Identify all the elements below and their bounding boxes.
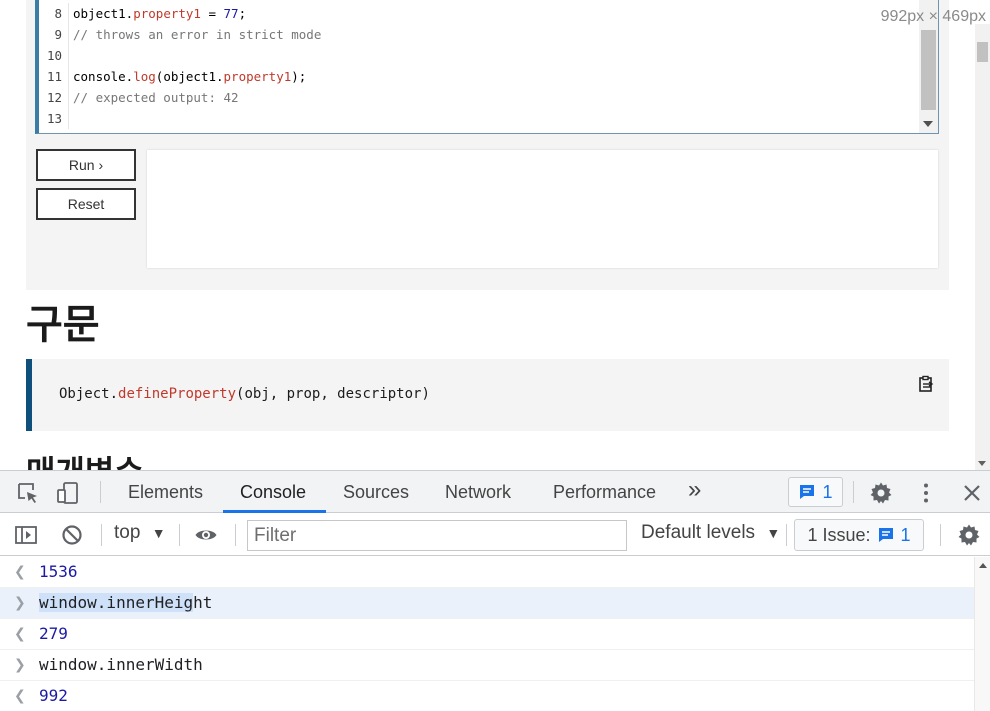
- console-result-row[interactable]: ❮ 279: [0, 619, 974, 650]
- issues-count: 1: [900, 524, 911, 545]
- message-count: 1: [822, 481, 833, 502]
- code-line: 8 object1.property1 = 77;: [39, 3, 919, 24]
- code-token: property1: [223, 69, 292, 84]
- code-token: 77: [223, 6, 239, 21]
- result-arrow-icon: ❮: [14, 626, 26, 642]
- code-line: 12 // expected output: 42: [39, 87, 919, 108]
- issue-message-icon: [878, 528, 893, 542]
- code-token: property1: [133, 6, 201, 21]
- code-line: 11 console.log(object1.property1);: [39, 66, 919, 87]
- console-input-row[interactable]: ❯ window.innerHeight: [0, 588, 974, 619]
- clipboard-copy-icon[interactable]: [917, 375, 935, 393]
- clear-console-icon[interactable]: [60, 523, 84, 547]
- dropdown-arrow-icon: ▼: [766, 525, 781, 541]
- console-result-row[interactable]: ❮ 992: [0, 681, 974, 711]
- tab-network[interactable]: Network: [445, 471, 511, 513]
- page-scrollbar-thumb[interactable]: [977, 42, 988, 62]
- show-sidebar-icon[interactable]: [14, 523, 38, 547]
- toolbar-separator: [786, 524, 787, 546]
- log-levels-dropdown[interactable]: Default levels ▼: [641, 522, 780, 544]
- toolbar-separator: [179, 524, 180, 546]
- more-tabs-button[interactable]: »: [688, 469, 701, 511]
- result-arrow-icon: ❮: [14, 688, 26, 704]
- line-number: 9: [39, 24, 69, 45]
- console-result-row[interactable]: ❮ 1536: [0, 557, 974, 588]
- device-toolbar-icon[interactable]: [56, 481, 80, 505]
- devtools-panel: Elements Console Sources Network Perform…: [0, 470, 990, 711]
- inspect-element-icon[interactable]: [16, 481, 40, 505]
- syntax-heading: 구문: [26, 301, 100, 348]
- line-number: 8: [39, 3, 69, 24]
- toolbar-separator: [235, 524, 236, 546]
- code-token: ;: [238, 6, 247, 21]
- console-input-row[interactable]: ❯ window.innerWidth: [0, 650, 974, 681]
- code-token: =: [200, 6, 224, 21]
- console-filter-input[interactable]: [247, 520, 627, 551]
- result-arrow-icon: ❮: [14, 564, 26, 580]
- line-number: 10: [39, 45, 69, 66]
- console-scrollbar[interactable]: [974, 557, 990, 711]
- messages-badge[interactable]: 1: [788, 477, 843, 507]
- line-number: 13: [39, 108, 69, 129]
- tab-elements[interactable]: Elements: [128, 471, 203, 513]
- line-number: 11: [39, 66, 69, 87]
- web-page: 8 object1.property1 = 77; 9// throws an er…: [0, 0, 990, 470]
- console-text: window.innerWidth: [39, 655, 203, 674]
- settings-gear-icon[interactable]: [869, 481, 893, 505]
- syntax-code: Object.defineProperty(obj, prop, descrip…: [59, 386, 430, 402]
- tab-sources[interactable]: Sources: [343, 471, 409, 513]
- scroll-up-arrow-icon[interactable]: [979, 563, 987, 568]
- message-icon: [800, 485, 815, 499]
- editor-scrollbar-thumb[interactable]: [921, 30, 936, 110]
- code-token: console.: [73, 69, 134, 84]
- console-output-panel: [147, 150, 938, 268]
- issues-label: 1 Issue:: [807, 524, 871, 545]
- tab-console[interactable]: Console: [240, 471, 306, 513]
- console-messages[interactable]: ❮ 1536 ❯ window.innerHeight ❮ 279 ❯ window.inne…: [0, 557, 974, 711]
- input-prompt-icon: ❯: [14, 657, 26, 673]
- tab-performance[interactable]: Performance: [553, 471, 656, 513]
- code-editor[interactable]: 8 object1.property1 = 77; 9// throws an er…: [35, 0, 939, 134]
- context-value: top: [114, 522, 141, 543]
- scroll-down-arrow-icon[interactable]: [978, 461, 986, 466]
- code-line: 13: [39, 108, 919, 129]
- toolbar-separator: [100, 481, 101, 503]
- reset-button[interactable]: Reset: [36, 188, 136, 220]
- code-token: log: [133, 69, 156, 84]
- console-text: 992: [39, 686, 68, 705]
- active-tab-indicator: [223, 510, 326, 513]
- parameters-heading: 매개변수: [26, 452, 144, 470]
- dropdown-arrow-icon: ▼: [151, 525, 166, 541]
- scroll-down-arrow-icon[interactable]: [923, 121, 933, 127]
- console-text: ht: [193, 593, 213, 612]
- toolbar-separator: [101, 524, 102, 546]
- code-line: 10: [39, 45, 919, 66]
- viewport-size-tooltip: 992px × 469px: [880, 8, 986, 25]
- input-prompt-icon: ❯: [14, 595, 26, 611]
- code-token: // expected output: 42: [73, 90, 239, 105]
- code-token: object1.: [73, 6, 134, 21]
- live-expression-eye-icon[interactable]: [194, 523, 218, 547]
- selected-text: window.innerHeig: [39, 593, 194, 612]
- syntax-code-block: Object.defineProperty(obj, prop, descrip…: [26, 359, 949, 431]
- javascript-context-select[interactable]: top ▼: [114, 522, 166, 544]
- toolbar-separator: [853, 481, 854, 503]
- issues-counter-button[interactable]: 1 Issue: 1: [794, 519, 924, 551]
- console-settings-gear-icon[interactable]: [957, 523, 981, 547]
- console-text: 279: [39, 624, 68, 643]
- code-token: // throws an error in strict mode: [73, 27, 322, 42]
- page-scrollbar[interactable]: [975, 24, 990, 470]
- more-options-kebab-icon[interactable]: [914, 481, 938, 505]
- toolbar-separator: [940, 524, 941, 546]
- log-levels-value: Default levels: [641, 522, 756, 543]
- line-number: 12: [39, 87, 69, 108]
- close-devtools-icon[interactable]: [960, 481, 984, 505]
- console-toolbar: top ▼ Default levels ▼ 1 Issue: 1: [0, 514, 990, 556]
- run-button[interactable]: Run ›: [36, 149, 136, 181]
- console-text: 1536: [39, 562, 78, 581]
- code-line: 9 // throws an error in strict mode: [39, 24, 919, 45]
- devtools-tab-bar: Elements Console Sources Network Perform…: [0, 471, 990, 513]
- code-token: );: [291, 69, 307, 84]
- code-token: (object1.: [155, 69, 224, 84]
